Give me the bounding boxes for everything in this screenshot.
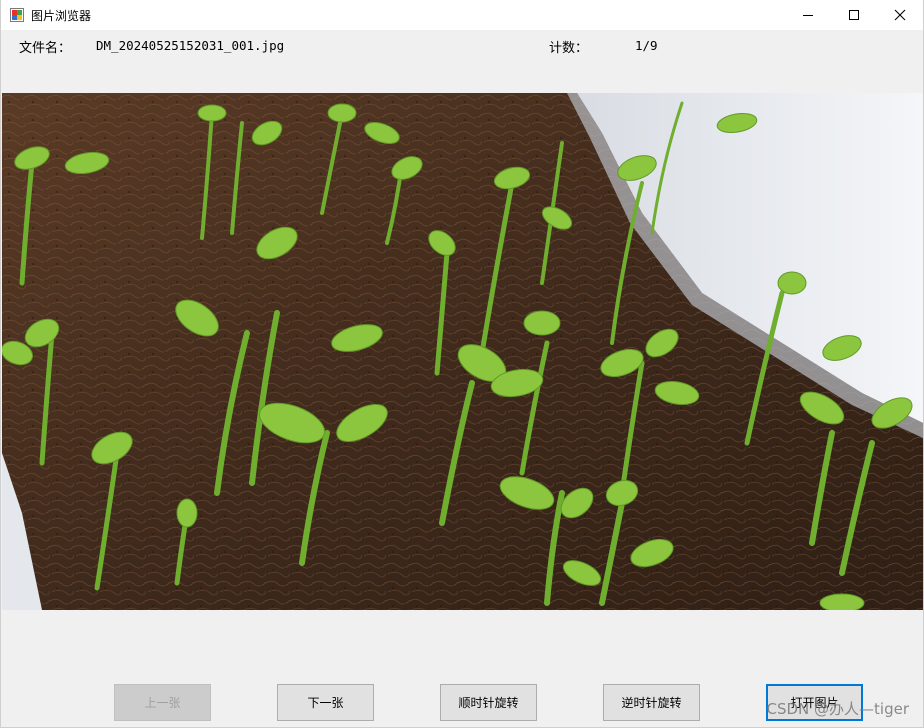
filename-label: 文件名： (19, 41, 72, 56)
close-button[interactable] (877, 0, 923, 30)
watermark: CSDN @办人—tiger (766, 700, 909, 718)
info-row: 文件名： DM_20240525152031_001.jpg 计数： 1/9 (1, 30, 923, 62)
minimize-button[interactable] (785, 0, 831, 30)
window-title: 图片浏览器 (31, 8, 92, 23)
rotate-clockwise-button[interactable]: 顺时针旋转 (440, 684, 537, 721)
count-label: 计数： (549, 41, 589, 56)
caption-buttons (785, 0, 923, 30)
app-icon (10, 8, 24, 22)
maximize-icon (849, 10, 859, 20)
prev-button[interactable]: 上一张 (114, 684, 211, 721)
seedling-photo (2, 93, 923, 610)
close-icon (894, 9, 906, 21)
app-window: 图片浏览器 文件名： DM_20240525152031_001.jpg 计数：… (0, 0, 924, 728)
maximize-button[interactable] (831, 0, 877, 30)
title-bar: 图片浏览器 (1, 0, 923, 30)
count-value: 1/9 (635, 38, 658, 53)
filename-value: DM_20240525152031_001.jpg (96, 38, 285, 53)
picture-box (2, 93, 923, 610)
minimize-icon (803, 15, 813, 16)
rotate-counterclockwise-button[interactable]: 逆时针旋转 (603, 684, 700, 721)
next-button[interactable]: 下一张 (277, 684, 374, 721)
